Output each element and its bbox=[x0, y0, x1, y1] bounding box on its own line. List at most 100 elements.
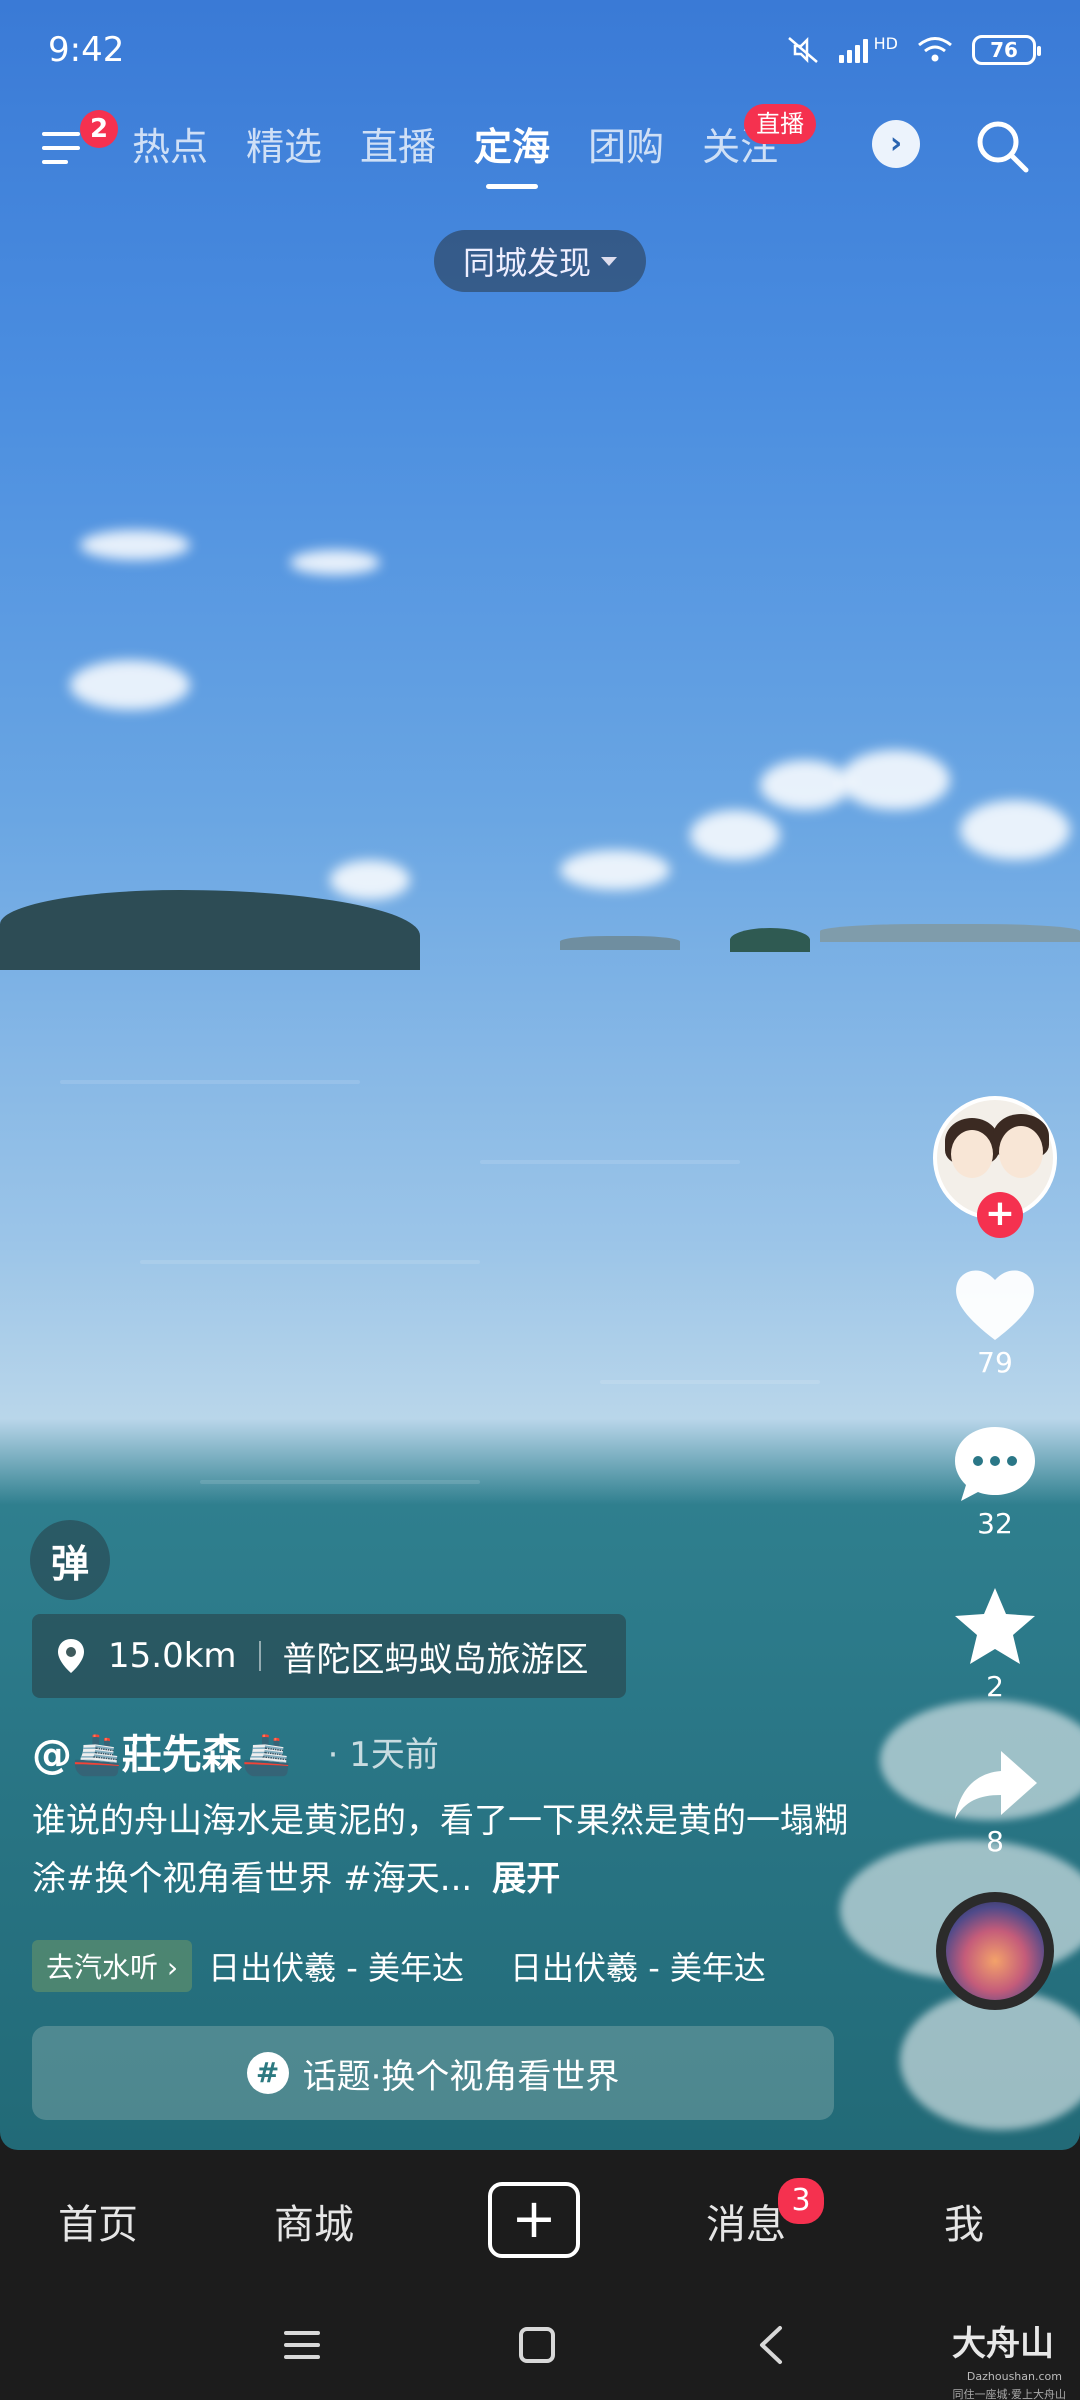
status-bar: 9:42 HD 76 bbox=[48, 28, 1041, 72]
music-disc-icon[interactable] bbox=[936, 1892, 1054, 2010]
cloud bbox=[330, 860, 410, 900]
messages-badge: 3 bbox=[778, 2178, 824, 2224]
comment-button[interactable]: 32 bbox=[951, 1423, 1039, 1540]
island bbox=[0, 890, 420, 970]
menu-icon bbox=[42, 146, 80, 150]
menu-icon bbox=[42, 132, 80, 136]
cloud bbox=[960, 800, 1070, 860]
watermark-logo: 大舟山 bbox=[952, 2324, 1054, 2364]
tab-bar: 热点 精选 直播 定海 团购 关注 直播 bbox=[132, 104, 817, 189]
follow-button[interactable]: + bbox=[977, 1192, 1023, 1238]
tab-hot[interactable]: 热点 bbox=[132, 116, 208, 189]
location-pin-icon bbox=[58, 1639, 84, 1673]
caret-down-icon bbox=[601, 256, 617, 266]
expand-button[interactable]: 展开 bbox=[492, 1859, 560, 1899]
share-button[interactable]: 8 bbox=[951, 1747, 1039, 1858]
tab-featured[interactable]: 精选 bbox=[246, 116, 322, 189]
wave bbox=[60, 1080, 360, 1084]
watermark-domain: Dazhoushan.com bbox=[966, 2370, 1062, 2383]
author-avatar[interactable]: + bbox=[933, 1096, 1057, 1238]
menu-button[interactable]: 2 bbox=[38, 110, 118, 170]
foam bbox=[900, 1990, 1080, 2130]
listen-on-qishui-button[interactable]: 去汽水听 › bbox=[32, 1940, 193, 1992]
danmu-label: 弹 bbox=[50, 1541, 89, 1586]
menu-icon bbox=[42, 160, 68, 164]
system-nav-bar bbox=[0, 2290, 1080, 2400]
topic-bar[interactable]: # 话题·换个视角看世界 bbox=[32, 2026, 834, 2120]
cloud bbox=[70, 660, 190, 710]
cloud bbox=[840, 750, 950, 810]
author-row: @🚢莊先森🚢 · 1天前 bbox=[32, 1722, 439, 1780]
back-icon[interactable] bbox=[756, 2324, 786, 2366]
avatar-face bbox=[951, 1130, 993, 1178]
author-name[interactable]: @🚢莊先森🚢 bbox=[32, 1722, 292, 1780]
more-tabs-button[interactable]: › bbox=[872, 120, 920, 168]
like-count: 79 bbox=[977, 1346, 1013, 1379]
nav-messages[interactable]: 消息 bbox=[706, 2192, 786, 2250]
hashtag-icon: # bbox=[246, 2052, 289, 2094]
wave bbox=[480, 1160, 740, 1164]
network-label: HD bbox=[873, 33, 898, 53]
battery-icon: 76 bbox=[972, 35, 1041, 65]
danmu-toggle[interactable]: 弹 bbox=[30, 1520, 110, 1600]
location-divider bbox=[258, 1641, 261, 1671]
city-discover-label: 同城发现 bbox=[462, 244, 591, 282]
location-place: 普陀区蚂蚁岛旅游区 bbox=[282, 1639, 589, 1680]
avatar-face bbox=[999, 1126, 1043, 1178]
tab-live[interactable]: 直播 bbox=[360, 116, 436, 189]
heart-icon bbox=[956, 1270, 1034, 1340]
action-rail: + 79 32 2 8 bbox=[930, 1096, 1060, 2010]
like-button[interactable]: 79 bbox=[951, 1264, 1039, 1379]
comment-icon bbox=[955, 1427, 1035, 1501]
search-icon[interactable] bbox=[970, 114, 1034, 178]
share-count: 8 bbox=[986, 1825, 1004, 1858]
watermark-text: Dazhoushan.com bbox=[967, 2370, 1062, 2383]
watermark-slogan: 同住一座城·爱上大舟山 bbox=[952, 2388, 1067, 2400]
island bbox=[820, 924, 1080, 942]
wave bbox=[600, 1380, 820, 1384]
nav-me[interactable]: 我 bbox=[944, 2192, 984, 2250]
mute-icon bbox=[787, 36, 818, 64]
cloud bbox=[690, 810, 780, 860]
nav-mall[interactable]: 商城 bbox=[274, 2192, 354, 2250]
music-track[interactable]: 日出伏羲 - 美年达 bbox=[208, 1943, 464, 1989]
menu-badge: 2 bbox=[80, 110, 118, 148]
plus-icon: + bbox=[511, 2187, 557, 2250]
chevron-right-icon: › bbox=[889, 126, 903, 161]
favorite-button[interactable]: 2 bbox=[951, 1584, 1039, 1703]
island bbox=[730, 928, 810, 952]
tab-dinghai[interactable]: 定海 bbox=[474, 116, 550, 189]
music-row: 去汽水听 › 日出伏羲 - 美年达 日出伏羲 - 美年达 bbox=[32, 1940, 766, 1992]
tab-group-buy[interactable]: 团购 bbox=[588, 116, 664, 189]
tab-following[interactable]: 关注 直播 bbox=[702, 104, 817, 189]
signal-icon bbox=[838, 37, 868, 63]
cloud bbox=[760, 760, 850, 810]
bottom-nav: 首页 商城 + 消息 3 我 bbox=[0, 2150, 1080, 2290]
nav-home[interactable]: 首页 bbox=[58, 2192, 138, 2250]
top-nav: 2 热点 精选 直播 定海 团购 关注 直播 › bbox=[0, 104, 1080, 189]
home-icon[interactable] bbox=[518, 2326, 556, 2364]
caption-text: 谁说的舟山海水是黄泥的，看了一下果然是黄的一塌糊涂#换个视角看世界 #海天... bbox=[32, 1801, 848, 1899]
music-track-repeat: 日出伏羲 - 美年达 bbox=[510, 1949, 766, 1987]
star-icon bbox=[955, 1588, 1035, 1664]
post-time: · 1天前 bbox=[327, 1734, 439, 1775]
share-arrow-icon bbox=[955, 1751, 1037, 1819]
wave bbox=[200, 1480, 480, 1484]
battery-level: 76 bbox=[990, 38, 1018, 62]
caption: 谁说的舟山海水是黄泥的，看了一下果然是黄的一塌糊涂#换个视角看世界 #海天...… bbox=[32, 1792, 862, 1908]
status-icons: HD 76 bbox=[785, 33, 1041, 66]
recent-apps-icon[interactable] bbox=[282, 2328, 322, 2362]
location-distance: 15.0km bbox=[108, 1636, 237, 1676]
island bbox=[560, 936, 680, 950]
cloud bbox=[290, 550, 380, 575]
wifi-icon bbox=[918, 37, 952, 62]
favorite-count: 2 bbox=[986, 1670, 1004, 1703]
topic-label: 话题·换个视角看世界 bbox=[302, 2056, 620, 2097]
wave bbox=[140, 1260, 480, 1264]
status-time: 9:42 bbox=[48, 30, 125, 70]
city-discover-dropdown[interactable]: 同城发现 bbox=[434, 230, 646, 292]
cloud bbox=[560, 850, 670, 890]
create-button[interactable]: + bbox=[488, 2182, 580, 2258]
comment-count: 32 bbox=[977, 1507, 1013, 1540]
location-tag[interactable]: 15.0km 普陀区蚂蚁岛旅游区 bbox=[32, 1614, 626, 1698]
